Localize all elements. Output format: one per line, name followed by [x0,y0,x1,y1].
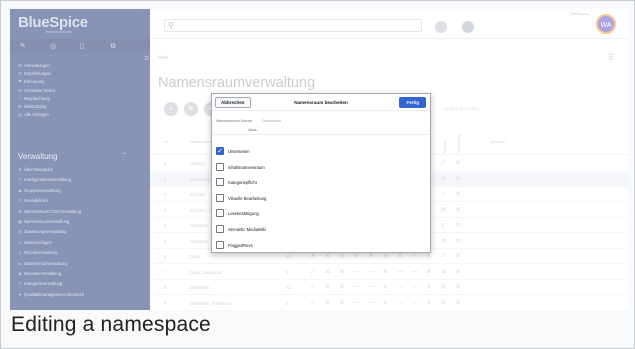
checkbox[interactable] [216,225,224,233]
dialog-header: Namensraum bearbeiten Abbrechen Fertig [212,94,430,111]
namespace-name-label: Namensraum-Name: [216,118,254,123]
done-button[interactable]: Fertig [399,97,426,108]
option-label: Kategoriepflicht [228,180,257,186]
option-label: Lesebestätigung [228,211,259,217]
figure-caption: Editing a namespace [11,313,211,336]
checkbox[interactable] [216,162,224,171]
namespace-name-field[interactable]: Diskussion [262,118,281,123]
screenshot: BlueSpice enterprise wiki ⚲ WikiSysop WA… [10,9,628,310]
figure-frame: BlueSpice enterprise wiki ⚲ WikiSysop WA… [0,0,635,349]
checkbox[interactable] [216,209,224,218]
checkbox-checked[interactable]: ✓ [216,147,224,155]
dialog-divider [212,134,430,135]
checkbox[interactable] [216,240,224,249]
option-label: Unterseiten [228,149,250,154]
option-label: Semantic MediaWiki [228,227,266,232]
checkbox[interactable] [216,193,224,202]
option-label: Inhaltsnamensraum [228,164,265,170]
option-label: Visuelle Bearbeitung [228,195,267,201]
option-label: FlaggedRevs [228,242,253,248]
alias-label: Alias: [248,127,258,132]
cancel-button[interactable]: Abbrechen [215,97,251,108]
edit-namespace-dialog: Namensraum bearbeiten Abbrechen Fertig N… [211,93,431,253]
checkbox[interactable] [216,178,224,187]
